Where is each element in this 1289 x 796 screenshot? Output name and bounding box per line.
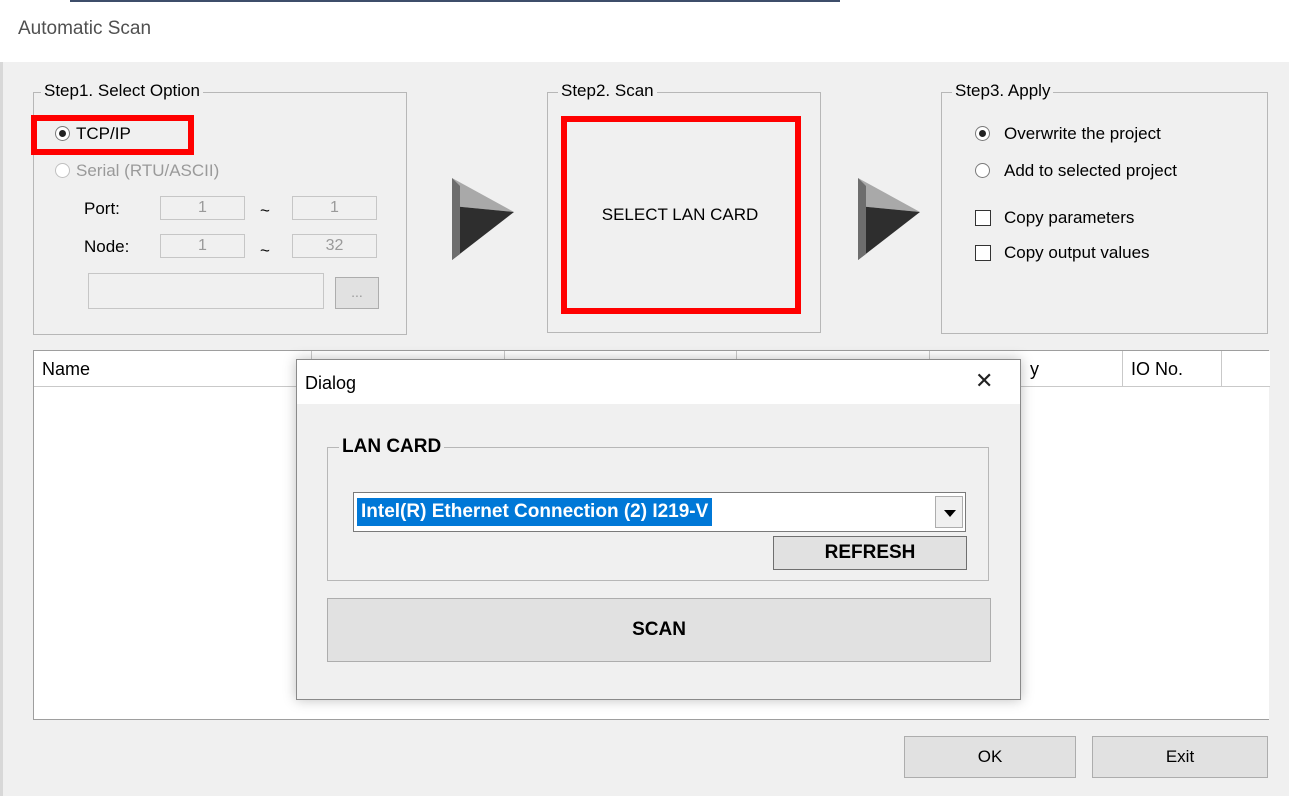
port-to-field[interactable]: 1 bbox=[292, 196, 377, 220]
window-title: Automatic Scan bbox=[18, 18, 152, 39]
node-from-field[interactable]: 1 bbox=[160, 234, 245, 258]
lan-card-legend: LAN CARD bbox=[339, 437, 445, 457]
lan-card-dialog: Dialog ✕ LAN CARD Intel(R) Ethernet Conn… bbox=[296, 359, 1021, 700]
arrow-right-icon bbox=[452, 178, 514, 260]
serial-label[interactable]: Serial (RTU/ASCII) bbox=[76, 161, 219, 181]
copy-output-values-label[interactable]: Copy output values bbox=[1004, 243, 1150, 263]
copy-parameters-checkbox[interactable] bbox=[975, 210, 991, 226]
ok-button[interactable]: OK bbox=[904, 736, 1076, 778]
step2-legend: Step2. Scan bbox=[558, 81, 657, 101]
add-to-project-label[interactable]: Add to selected project bbox=[1004, 161, 1177, 181]
arrow-right-icon bbox=[858, 178, 920, 260]
lan-card-selected-value: Intel(R) Ethernet Connection (2) I219-V bbox=[357, 498, 713, 526]
background-window-edge bbox=[70, 0, 840, 2]
window-left-edge bbox=[0, 62, 3, 796]
serial-path-field[interactable] bbox=[88, 273, 324, 309]
dropdown-button[interactable] bbox=[935, 496, 963, 528]
dialog-titlebar: Dialog ✕ bbox=[297, 360, 1020, 404]
node-range-separator: ~ bbox=[260, 241, 270, 260]
scan-button[interactable]: SCAN bbox=[327, 598, 991, 662]
close-icon[interactable]: ✕ bbox=[975, 368, 993, 394]
copy-output-values-checkbox[interactable] bbox=[975, 245, 991, 261]
select-lan-card-highlight bbox=[561, 116, 801, 314]
chevron-down-icon bbox=[944, 510, 956, 517]
node-to-field[interactable]: 32 bbox=[292, 234, 377, 258]
refresh-button[interactable]: REFRESH bbox=[773, 536, 967, 570]
copy-parameters-label[interactable]: Copy parameters bbox=[1004, 208, 1134, 228]
column-header-name[interactable]: Name bbox=[34, 351, 312, 387]
port-range-separator: ~ bbox=[260, 201, 270, 220]
browse-button[interactable]: ... bbox=[335, 277, 379, 309]
step3-legend: Step3. Apply bbox=[952, 81, 1054, 101]
overwrite-radio[interactable] bbox=[975, 126, 990, 141]
tcpip-radio[interactable] bbox=[55, 126, 70, 141]
port-from-field[interactable]: 1 bbox=[160, 196, 245, 220]
add-to-project-radio[interactable] bbox=[975, 163, 990, 178]
tcpip-label[interactable]: TCP/IP bbox=[76, 124, 131, 144]
step1-legend: Step1. Select Option bbox=[41, 81, 203, 101]
column-header-io-no[interactable]: IO No. bbox=[1123, 351, 1222, 387]
dialog-title: Dialog bbox=[305, 373, 357, 393]
serial-radio[interactable] bbox=[55, 163, 70, 178]
overwrite-label[interactable]: Overwrite the project bbox=[1004, 124, 1161, 144]
column-header[interactable] bbox=[1222, 351, 1270, 387]
port-label: Port: bbox=[84, 199, 120, 218]
exit-button[interactable]: Exit bbox=[1092, 736, 1268, 778]
window-titlebar: Automatic Scan bbox=[0, 0, 1289, 62]
lan-card-select[interactable]: Intel(R) Ethernet Connection (2) I219-V bbox=[353, 492, 966, 532]
node-label: Node: bbox=[84, 237, 130, 256]
